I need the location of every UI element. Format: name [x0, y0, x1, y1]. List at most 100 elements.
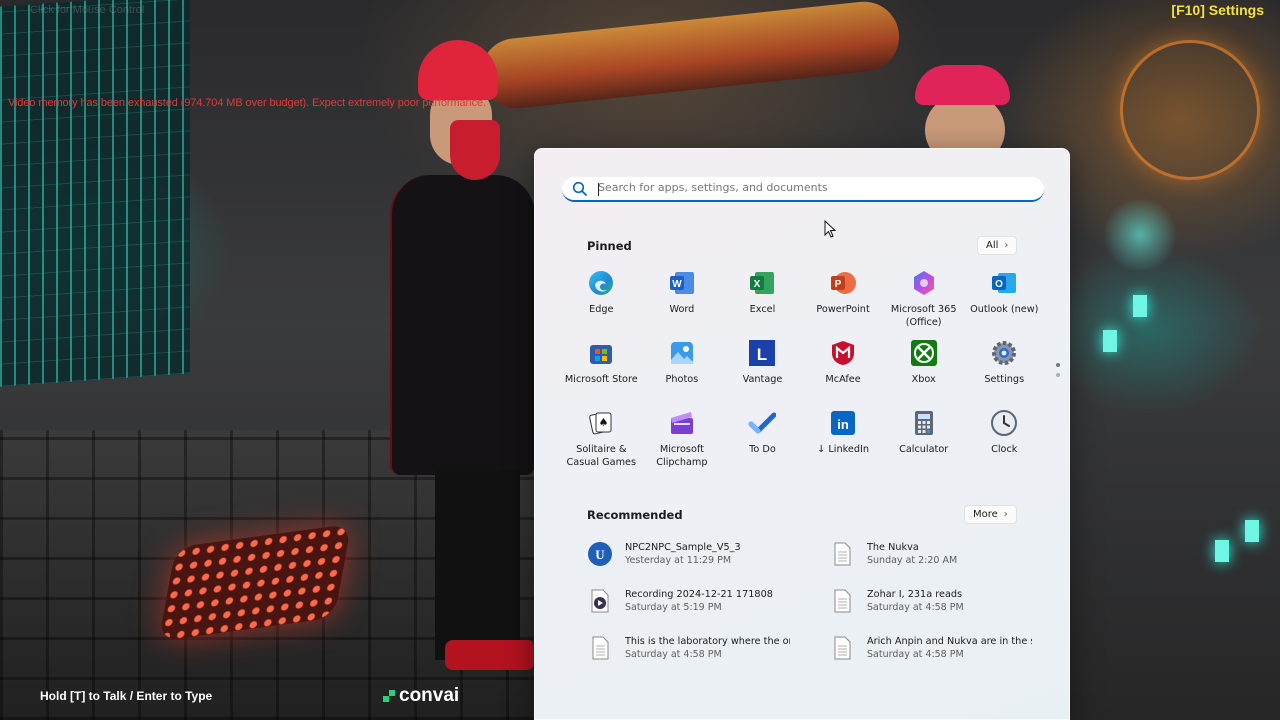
- hologram-glow: [1100, 200, 1180, 270]
- page-dot-active[interactable]: [1056, 363, 1060, 367]
- convai-logo: convai: [383, 685, 459, 707]
- pinned-app-clipchamp[interactable]: Microsoft Clipchamp: [642, 409, 723, 479]
- app-label: Solitaire & Casual Games: [566, 444, 637, 468]
- clipchamp-icon: [670, 412, 693, 434]
- npc-character-male: [390, 40, 540, 690]
- recommended-item[interactable]: Arich Anpin and Nukva are in the se Satu…: [829, 635, 1047, 669]
- pinned-app-word[interactable]: W Word: [642, 269, 723, 339]
- recommended-item-time: Yesterday at 11:29 PM: [625, 555, 732, 566]
- recommended-item-time: Sunday at 2:20 AM: [867, 555, 958, 566]
- app-label: McAfee: [825, 374, 861, 385]
- document-icon: [834, 589, 851, 613]
- pinned-app-clock[interactable]: Clock: [964, 409, 1045, 479]
- teal-light: [1103, 330, 1117, 352]
- vantage-icon: L: [749, 340, 776, 366]
- svg-text:P: P: [835, 279, 842, 290]
- recommended-item[interactable]: Recording 2024-12-21 171808 Saturday at …: [587, 588, 829, 622]
- document-icon: [592, 636, 609, 660]
- search-bar[interactable]: [562, 177, 1044, 202]
- recommended-item[interactable]: Zohar I, 231a reads Saturday at 4:58 PM: [829, 588, 1047, 622]
- app-label: To Do: [749, 444, 776, 455]
- pinned-app-outlook[interactable]: O Outlook (new): [964, 269, 1045, 339]
- pinned-app-edge[interactable]: Edge: [561, 269, 642, 339]
- mcafee-icon: [832, 341, 855, 365]
- clock-icon: [991, 410, 1018, 436]
- svg-text:♠: ♠: [599, 416, 609, 429]
- svg-text:X: X: [754, 279, 761, 290]
- unreal-engine-icon: U: [588, 542, 612, 566]
- svg-text:U: U: [595, 547, 605, 562]
- pinned-heading: Pinned: [587, 239, 632, 253]
- svg-text:O: O: [995, 279, 1003, 290]
- all-apps-button[interactable]: All ›: [977, 236, 1018, 255]
- text-caret: [598, 183, 599, 196]
- app-label: Microsoft Store: [564, 374, 638, 385]
- pinned-app-todo[interactable]: To Do: [722, 409, 803, 479]
- app-label: Microsoft Clipchamp: [656, 444, 708, 468]
- pinned-page-indicator[interactable]: [1056, 363, 1062, 383]
- mouse-pointer-icon: [824, 220, 836, 238]
- recommended-item-time: Saturday at 5:19 PM: [625, 602, 722, 613]
- svg-text:L: L: [757, 345, 767, 364]
- page-dot[interactable]: [1056, 373, 1060, 377]
- pinned-app-microsoft-365[interactable]: Microsoft 365 (Office): [883, 269, 964, 339]
- pinned-app-mcafee[interactable]: McAfee: [803, 339, 884, 409]
- recommended-item-name: Recording 2024-12-21 171808: [625, 589, 773, 600]
- pinned-app-photos[interactable]: Photos: [642, 339, 723, 409]
- excel-icon: X: [750, 272, 775, 294]
- app-label: Word: [669, 304, 695, 315]
- app-label: Xbox: [911, 374, 936, 385]
- app-label: ↓ LinkedIn: [817, 444, 869, 455]
- app-label: Excel: [749, 304, 776, 315]
- app-label: PowerPoint: [816, 304, 870, 315]
- hologram-ring: [1120, 40, 1260, 180]
- document-icon: [834, 636, 851, 660]
- search-input[interactable]: [598, 181, 998, 194]
- recommended-item-time: Saturday at 4:58 PM: [867, 649, 964, 660]
- linkedin-icon: in: [831, 411, 856, 435]
- recommended-item[interactable]: The Nukva Sunday at 2:20 AM: [829, 541, 1047, 575]
- recommended-item-name: NPC2NPC_Sample_V5_3: [625, 542, 741, 553]
- pinned-app-calculator[interactable]: Calculator: [883, 409, 964, 479]
- recommended-list: U NPC2NPC_Sample_V5_3 Yesterday at 11:29…: [587, 541, 1047, 669]
- app-label: Settings: [984, 374, 1025, 385]
- teal-light: [1133, 295, 1147, 317]
- recommended-item[interactable]: This is the laboratory where the or Satu…: [587, 635, 829, 669]
- mouse-control-hint: Click for Mouse Control: [30, 4, 145, 16]
- more-label: More: [973, 509, 998, 520]
- all-apps-label: All: [986, 240, 999, 251]
- settings-hotkey-hint[interactable]: [F10] Settings: [1171, 2, 1264, 18]
- pinned-app-settings[interactable]: Settings: [964, 339, 1045, 409]
- document-icon: [834, 542, 851, 566]
- recommended-heading: Recommended: [587, 508, 683, 522]
- svg-text:W: W: [672, 279, 682, 290]
- outlook-icon: O: [992, 273, 1017, 293]
- start-menu: Pinned All › Edge W Word X: [534, 148, 1070, 720]
- pinned-app-linkedin[interactable]: in ↓ LinkedIn: [803, 409, 884, 479]
- todo-check-icon: [748, 412, 777, 434]
- solitaire-icon: ♠: [589, 412, 612, 435]
- search-icon: [572, 181, 587, 196]
- pinned-app-solitaire[interactable]: ♠ Solitaire & Casual Games: [561, 409, 642, 479]
- neon-grid-wall: [0, 0, 190, 387]
- app-label: Microsoft 365 (Office): [890, 304, 957, 328]
- calculator-icon: [914, 411, 933, 435]
- app-label: Photos: [665, 374, 699, 385]
- recommended-item-name: The Nukva: [867, 542, 919, 553]
- pinned-app-vantage[interactable]: L Vantage: [722, 339, 803, 409]
- recommended-item[interactable]: U NPC2NPC_Sample_V5_3 Yesterday at 11:29…: [587, 541, 829, 575]
- app-label: Vantage: [742, 374, 783, 385]
- convai-mark-icon: [383, 690, 395, 702]
- pinned-app-xbox[interactable]: Xbox: [883, 339, 964, 409]
- pinned-apps-grid: Edge W Word X Excel P PowerPoint Microso…: [561, 269, 1045, 479]
- pinned-app-powerpoint[interactable]: P PowerPoint: [803, 269, 884, 339]
- more-recommended-button[interactable]: More ›: [964, 505, 1017, 524]
- teal-light: [1245, 520, 1259, 542]
- pinned-app-microsoft-store[interactable]: Microsoft Store: [561, 339, 642, 409]
- pinned-app-excel[interactable]: X Excel: [722, 269, 803, 339]
- microsoft-365-icon: [913, 271, 934, 295]
- vram-warning: Video memory has been exhausted (974.704…: [8, 97, 486, 109]
- teal-light: [1215, 540, 1229, 562]
- app-label: Calculator: [899, 444, 949, 455]
- talk-hint: Hold [T] to Talk / Enter to Type: [40, 689, 213, 703]
